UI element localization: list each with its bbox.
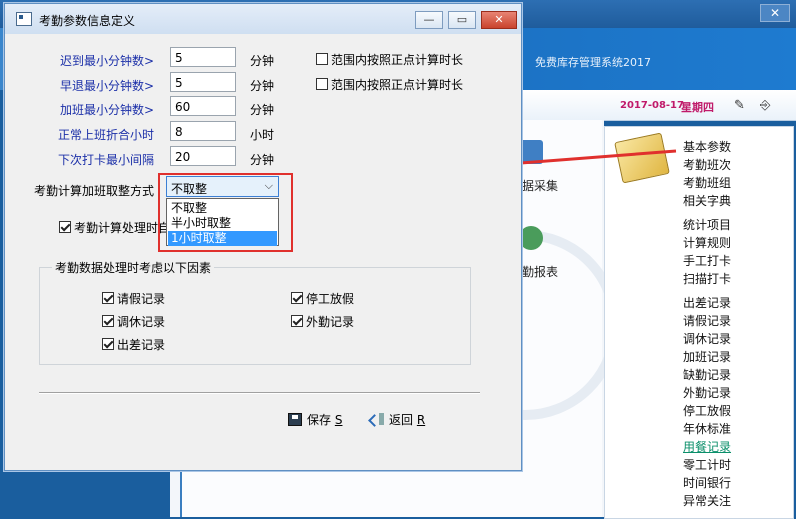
late-range-label: 范围内按照正点计算时长 [331,53,464,67]
right-menu-item[interactable]: 加班记录 [683,348,731,366]
business-trip-label: 出差记录 [117,338,166,352]
annotation-highlight-box [158,173,293,252]
save-icon [288,413,302,426]
compensatory-leave-checkbox[interactable] [102,315,114,327]
minimize-button[interactable]: — [415,11,443,29]
right-menu-item[interactable]: 停工放假 [683,402,731,420]
right-menu-item[interactable]: 外勤记录 [683,384,731,402]
field-work-label: 外勤记录 [306,315,355,329]
report-icon[interactable] [519,226,543,250]
save-button[interactable]: 保存 S [288,409,342,431]
exit-icon[interactable]: ⎆ [760,98,770,113]
main-window-close-button[interactable]: ✕ [760,4,790,22]
late-min-label: 迟到最小分钟数> [59,54,154,68]
save-label: 保存 [307,413,332,427]
early-range-checkbox[interactable] [316,78,328,90]
punch-interval-unit: 分钟 [250,153,275,167]
early-leave-min-unit: 分钟 [250,79,275,93]
work-hours-input[interactable]: 8 [170,121,236,141]
late-min-input[interactable]: 5 [170,47,236,67]
right-menu-item[interactable]: 零工计时 [683,456,731,474]
maximize-button[interactable]: ▭ [448,11,476,29]
punch-interval-label: 下次打卡最小间隔 [57,153,154,167]
right-menu-item[interactable]: 用餐记录 [683,438,731,456]
early-leave-min-label: 早退最小分钟数> [59,79,154,93]
overtime-min-label: 加班最小分钟数> [59,103,154,117]
save-shortcut: S [334,413,343,427]
dialog-separator [39,392,480,394]
late-min-unit: 分钟 [250,54,275,68]
work-hours-unit: 小时 [250,128,275,142]
rounding-label: 考勤计算加班取整方式 [34,184,155,198]
factors-group-title: 考勤数据处理时考虑以下因素 [52,259,215,276]
right-menu-item[interactable]: 请假记录 [683,312,731,330]
punch-interval-input[interactable]: 20 [170,146,236,166]
leave-record-checkbox[interactable] [102,292,114,304]
current-weekday: 星期四 [681,101,714,114]
right-menu-item[interactable]: 基本参数 [683,138,731,156]
back-icon [370,413,384,426]
right-menu-item[interactable]: 出差记录 [683,294,731,312]
function-attendance-report[interactable]: 勤报表 [522,263,558,280]
late-range-checkbox[interactable] [316,53,328,65]
dialog-title: 考勤参数信息定义 [39,14,136,28]
function-data-collection[interactable]: 据采集 [522,177,558,194]
back-button[interactable]: 返回 R [370,409,425,431]
overtime-min-unit: 分钟 [250,103,275,117]
early-leave-min-input[interactable]: 5 [170,72,236,92]
window-icon [16,12,32,26]
overtime-min-input[interactable]: 60 [170,96,236,116]
right-menu-item[interactable]: 考勤班组 [683,174,731,192]
auto-calc-checkbox[interactable] [59,221,71,233]
pin-icon[interactable]: ✎ [734,98,745,113]
right-menu-item[interactable]: 调休记录 [683,330,731,348]
right-menu-item[interactable]: 考勤班次 [683,156,731,174]
early-range-label: 范围内按照正点计算时长 [331,78,464,92]
close-button[interactable]: ✕ [481,11,517,29]
field-work-checkbox[interactable] [291,315,303,327]
right-menu-item[interactable]: 异常关注 [683,492,731,510]
current-date: 2017-08-17 [620,100,684,111]
right-menu-item[interactable]: 时间银行 [683,474,731,492]
compensatory-leave-label: 调休记录 [117,315,166,329]
right-menu-item[interactable]: 计算规则 [683,234,731,252]
shutdown-holiday-label: 停工放假 [306,292,355,306]
back-shortcut: R [416,413,426,427]
right-menu-item[interactable]: 相关字典 [683,192,731,210]
leave-record-label: 请假记录 [117,292,166,306]
right-menu-item[interactable]: 统计项目 [683,216,731,234]
right-menu-item[interactable]: 手工打卡 [683,252,731,270]
dialog-titlebar[interactable]: 考勤参数信息定义 — ▭ ✕ [5,4,521,34]
work-hours-label: 正常上班折合小时 [57,128,154,142]
auto-calc-label: 考勤计算处理时自 [74,221,171,235]
back-label: 返回 [389,413,414,427]
business-trip-checkbox[interactable] [102,338,114,350]
data-collection-icon[interactable] [519,140,543,164]
right-menu-item[interactable]: 扫描打卡 [683,270,731,288]
right-menu-item[interactable]: 缺勤记录 [683,366,731,384]
shutdown-holiday-checkbox[interactable] [291,292,303,304]
system-title: 免费库存管理系统2017 [535,56,651,69]
right-menu-item[interactable]: 年休标准 [683,420,731,438]
